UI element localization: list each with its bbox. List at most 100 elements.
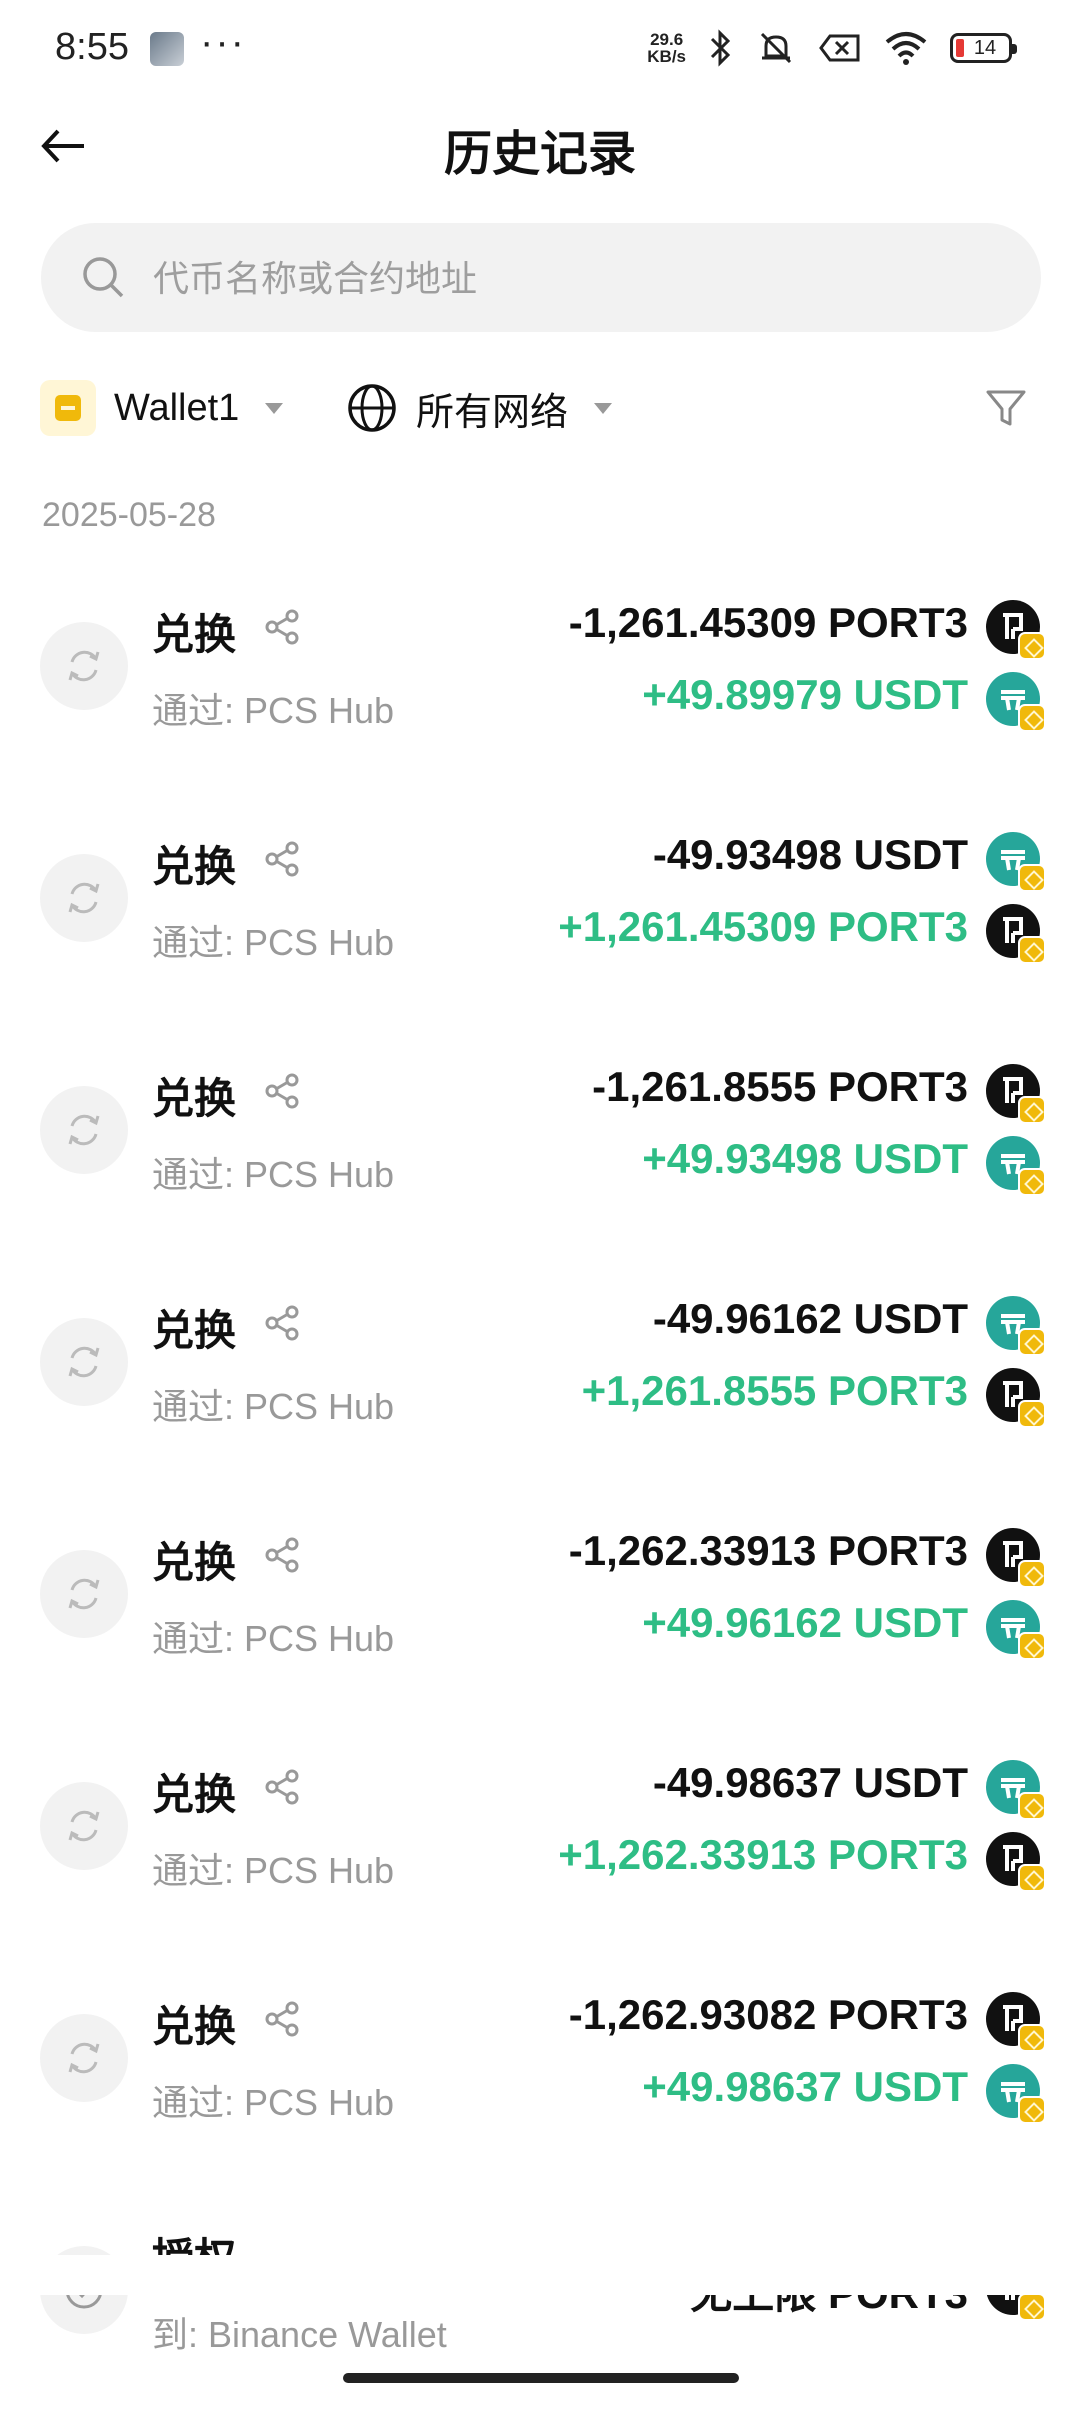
port3-token-icon (986, 1064, 1046, 1124)
bnb-chain-badge-icon (1018, 1328, 1046, 1356)
amount-in: +49.98637 USDT (642, 2063, 968, 2110)
transaction-row[interactable]: 兑换 通过: PCS Hub -1,261.8555 PORT3 +49.93498 … (0, 1024, 1080, 1256)
globe-icon (348, 384, 396, 432)
amount-out: -1,261.45309 PORT3 (568, 599, 968, 646)
transaction-row[interactable]: 兑换通过: PCS Hub -49.93498 USDT +1,261.45309 … (0, 792, 1080, 1024)
share-icon[interactable] (262, 1999, 302, 2039)
filter-icon[interactable] (982, 384, 1030, 432)
notification-app-icon (150, 32, 184, 66)
swap-icon (40, 622, 128, 710)
caret-down-icon (265, 402, 284, 414)
amount-out: -49.93498 USDT (652, 831, 968, 878)
transaction-row[interactable]: 兑换通过: PCS Hub -49.98637 USDT +1,262.33913 … (0, 1720, 1080, 1952)
swap-icon (40, 2014, 128, 2102)
amount-in: +49.89979 USDT (642, 671, 968, 718)
bnb-chain-badge-icon (1018, 2024, 1046, 2052)
amount-out: -1,262.33913 PORT3 (568, 1527, 968, 1574)
swap-icon (40, 854, 128, 942)
amount-in: +1,262.33913 PORT3 (558, 1831, 968, 1878)
port3-token-icon (986, 600, 1046, 660)
transaction-via: 通过: PCS Hub (152, 690, 395, 731)
transaction-type: 兑换 (152, 843, 237, 890)
swap-icon (40, 1318, 128, 1406)
transaction-row[interactable]: 兑换通过: PCS Hub -1,261.45309 PORT3 +49.89979… (0, 560, 1080, 792)
more-notifications-icon: ··· (200, 20, 246, 64)
no-sim-icon (819, 34, 860, 62)
share-icon[interactable] (262, 1071, 302, 1111)
port3-token-icon (986, 1368, 1046, 1428)
amount-out: -1,261.8555 PORT3 (592, 1063, 968, 1110)
transaction-via: 通过: PCS Hub (152, 922, 395, 963)
usdt-token-icon (986, 672, 1046, 732)
list-cutoff (0, 2255, 1080, 2295)
usdt-token-icon (986, 1136, 1046, 1196)
date-header: 2025-05-28 (42, 496, 216, 534)
network-selector[interactable]: 所有网络 (346, 378, 613, 438)
status-bar: 8:55 ··· 29.6 KB/s 14 (0, 0, 1080, 96)
bnb-chain-badge-icon (1018, 1792, 1046, 1820)
share-icon[interactable] (262, 1767, 302, 1807)
bnb-chain-badge-icon (1018, 1864, 1046, 1892)
swap-icon (40, 1782, 128, 1870)
transaction-row[interactable]: 兑换通过: PCS Hub -49.96162 USDT +1,261.8555 P… (0, 1256, 1080, 1488)
search-input[interactable] (151, 243, 1005, 315)
transaction-type: 兑换 (152, 1539, 237, 1586)
transaction-via: 通过: PCS Hub (152, 1618, 395, 1659)
app-header: 历史记录 (0, 96, 1080, 196)
caret-down-icon (594, 402, 613, 414)
transaction-row[interactable]: 兑换 通过: PCS Hub -1,262.93082 PORT3 +49.98637… (0, 1952, 1080, 2184)
bnb-chain-badge-icon (1018, 632, 1046, 660)
transaction-via: 通过: PCS Hub (152, 1850, 395, 1891)
port3-token-icon (986, 1832, 1046, 1892)
swap-icon (40, 1086, 128, 1174)
bnb-chain-badge-icon (1018, 1400, 1046, 1428)
bnb-chain-badge-icon (1018, 1632, 1046, 1660)
amount-out: -49.96162 USDT (652, 1295, 968, 1342)
wifi-icon (885, 32, 927, 65)
bnb-chain-badge-icon (1018, 864, 1046, 892)
usdt-token-icon (986, 1760, 1046, 1820)
bluetooth-icon (710, 29, 731, 67)
transaction-row[interactable]: 兑换通过: PCS Hub -1,262.33913 PORT3 +49.96162… (0, 1488, 1080, 1720)
filter-bar: Wallet1 所有网络 (0, 372, 1080, 446)
network-speed: 29.6 KB/s (647, 31, 686, 65)
approval-to: 到: Binance Wallet (152, 2314, 447, 2355)
bnb-chain-badge-icon (1018, 1168, 1046, 1196)
transaction-type: 兑换 (152, 1075, 237, 1122)
bnb-chain-badge-icon (1018, 1096, 1046, 1124)
amount-out: -49.98637 USDT (652, 1759, 968, 1806)
usdt-token-icon (986, 1600, 1046, 1660)
port3-token-icon (986, 1528, 1046, 1588)
share-icon[interactable] (262, 839, 302, 879)
transaction-type: 兑换 (152, 611, 237, 658)
network-speed-value: 29.6 (650, 30, 684, 49)
share-icon[interactable] (262, 1303, 302, 1343)
network-speed-unit: KB/s (647, 47, 686, 66)
share-icon[interactable] (262, 1535, 302, 1575)
wallet-selector[interactable]: Wallet1 (40, 378, 284, 438)
search-icon (83, 257, 124, 298)
amount-in: +49.93498 USDT (642, 1135, 968, 1182)
bnb-chain-badge-icon (1018, 2293, 1046, 2321)
port3-token-icon (986, 1992, 1046, 2052)
amount-out: -1,262.93082 PORT3 (568, 1991, 968, 2038)
transaction-type: 兑换 (152, 1307, 237, 1354)
bnb-chain-badge-icon (1018, 2096, 1046, 2124)
transaction-via: 通过: PCS Hub (152, 1386, 395, 1427)
battery-indicator: 14 (950, 33, 1017, 63)
bnb-chain-badge-icon (1018, 936, 1046, 964)
transaction-type: 兑换 (152, 1771, 237, 1818)
amount-in: +1,261.8555 PORT3 (581, 1367, 968, 1414)
amount-in: +1,261.45309 PORT3 (558, 903, 968, 950)
wallet-name: Wallet1 (114, 386, 240, 429)
bnb-chain-badge-icon (1018, 704, 1046, 732)
share-icon[interactable] (262, 607, 302, 647)
network-name: 所有网络 (416, 391, 569, 434)
home-indicator[interactable] (343, 2373, 739, 2383)
amount-in: +49.96162 USDT (642, 1599, 968, 1646)
search-bar[interactable] (41, 223, 1041, 332)
swap-icon (40, 1550, 128, 1638)
usdt-token-icon (986, 2064, 1046, 2124)
battery-level: 14 (973, 36, 997, 59)
status-time: 8:55 (55, 26, 129, 68)
